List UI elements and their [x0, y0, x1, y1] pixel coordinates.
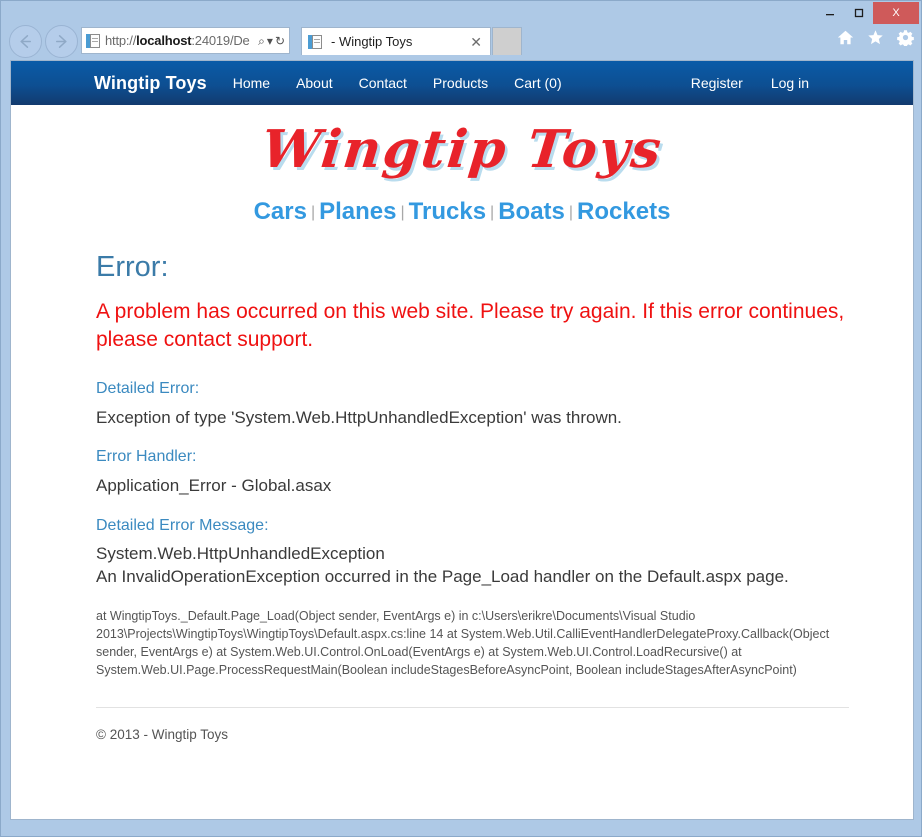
page-content: Wingtip Toys Cars | Planes | Trucks | Boats | Ro…	[11, 105, 913, 742]
forward-button[interactable]	[45, 25, 78, 58]
detailed-error-value: Exception of type 'System.Web.HttpUnhand…	[96, 407, 622, 427]
address-bar[interactable]: http://localhost:24019/De ⌕ ▾ ↻	[81, 27, 290, 54]
favorites-star-icon[interactable]	[865, 27, 885, 47]
category-separator: |	[490, 204, 495, 221]
nav-link-login[interactable]: Log in	[771, 75, 809, 91]
page-footer: © 2013 - Wingtip Toys	[96, 707, 849, 742]
page-document-icon	[86, 33, 101, 49]
new-tab-button[interactable]	[492, 27, 522, 55]
settings-gear-icon[interactable]	[895, 27, 915, 47]
address-bar-url[interactable]: http://localhost:24019/De	[105, 34, 258, 47]
category-link-planes[interactable]: Planes	[319, 198, 396, 225]
chevron-down-icon[interactable]: ▾	[267, 35, 273, 47]
chrome-toolbar-icons	[835, 27, 915, 47]
search-icon[interactable]: ⌕	[258, 35, 265, 47]
error-panel: Error: A problem has occurred on this we…	[11, 230, 913, 679]
tab-favicon	[308, 34, 323, 50]
page-viewport: Wingtip Toys Home About Contact Products…	[10, 60, 914, 820]
category-separator: |	[310, 204, 316, 221]
footer-copyright: © 2013 - Wingtip Toys	[96, 727, 229, 743]
address-bar-tools: ⌕ ▾ ↻	[258, 35, 287, 47]
home-icon[interactable]	[835, 27, 855, 47]
maximize-button[interactable]	[844, 2, 873, 24]
close-button[interactable]: X	[873, 2, 919, 24]
window-controls: X	[815, 2, 919, 24]
category-links: Cars | Planes | Trucks | Boats | Rockets	[11, 182, 913, 230]
page-title: Error:	[96, 251, 169, 283]
category-separator: |	[400, 204, 405, 221]
close-icon: X	[892, 6, 900, 19]
category-link-trucks[interactable]: Trucks	[409, 198, 486, 225]
error-handler-value: Application_Error - Global.asax	[96, 475, 332, 495]
error-handler-label: Error Handler:	[96, 448, 197, 466]
nav-link-home[interactable]: Home	[233, 75, 270, 91]
category-link-cars[interactable]: Cars	[254, 198, 307, 225]
minimize-button[interactable]	[815, 2, 844, 24]
error-message: A problem has occurred on this web site.…	[96, 299, 845, 351]
detailed-error-label: Detailed Error:	[96, 380, 200, 398]
site-brand[interactable]: Wingtip Toys	[94, 73, 207, 94]
refresh-icon[interactable]: ↻	[275, 35, 285, 47]
nav-link-contact[interactable]: Contact	[359, 75, 407, 91]
detailed-error-message-value: System.Web.HttpUnhandledException An Inv…	[96, 543, 789, 586]
site-logo-container: Wingtip Toys	[11, 105, 913, 182]
category-link-rockets[interactable]: Rockets	[577, 198, 670, 225]
back-button[interactable]	[9, 25, 42, 58]
site-navbar: Wingtip Toys Home About Contact Products…	[11, 61, 913, 105]
url-host: localhost	[136, 34, 192, 47]
nav-link-about[interactable]: About	[296, 75, 333, 91]
category-link-boats[interactable]: Boats	[498, 198, 565, 225]
nav-link-register[interactable]: Register	[691, 75, 743, 91]
site-logo[interactable]: Wingtip Toys	[259, 119, 666, 180]
url-path: :24019/De	[191, 34, 250, 47]
browser-chrome: X http://localhost:24019/De ⌕ ▾ ↻ - Wing…	[1, 1, 921, 60]
browser-tab[interactable]: - Wingtip Toys ✕	[301, 27, 491, 55]
tab-close-icon[interactable]: ✕	[468, 35, 484, 49]
stack-trace: at WingtipToys._Default.Page_Load(Object…	[96, 608, 830, 678]
detailed-error-message-label: Detailed Error Message:	[96, 516, 269, 534]
url-scheme: http://	[105, 34, 137, 47]
nav-account-links: Register Log in	[691, 75, 809, 91]
tab-title: - Wingtip Toys	[331, 34, 413, 49]
nav-link-cart[interactable]: Cart (0)	[514, 75, 561, 91]
category-separator: |	[568, 204, 574, 221]
browser-window: X http://localhost:24019/De ⌕ ▾ ↻ - Wing…	[0, 0, 922, 837]
navigation-buttons	[9, 25, 78, 58]
nav-link-products[interactable]: Products	[433, 75, 488, 91]
